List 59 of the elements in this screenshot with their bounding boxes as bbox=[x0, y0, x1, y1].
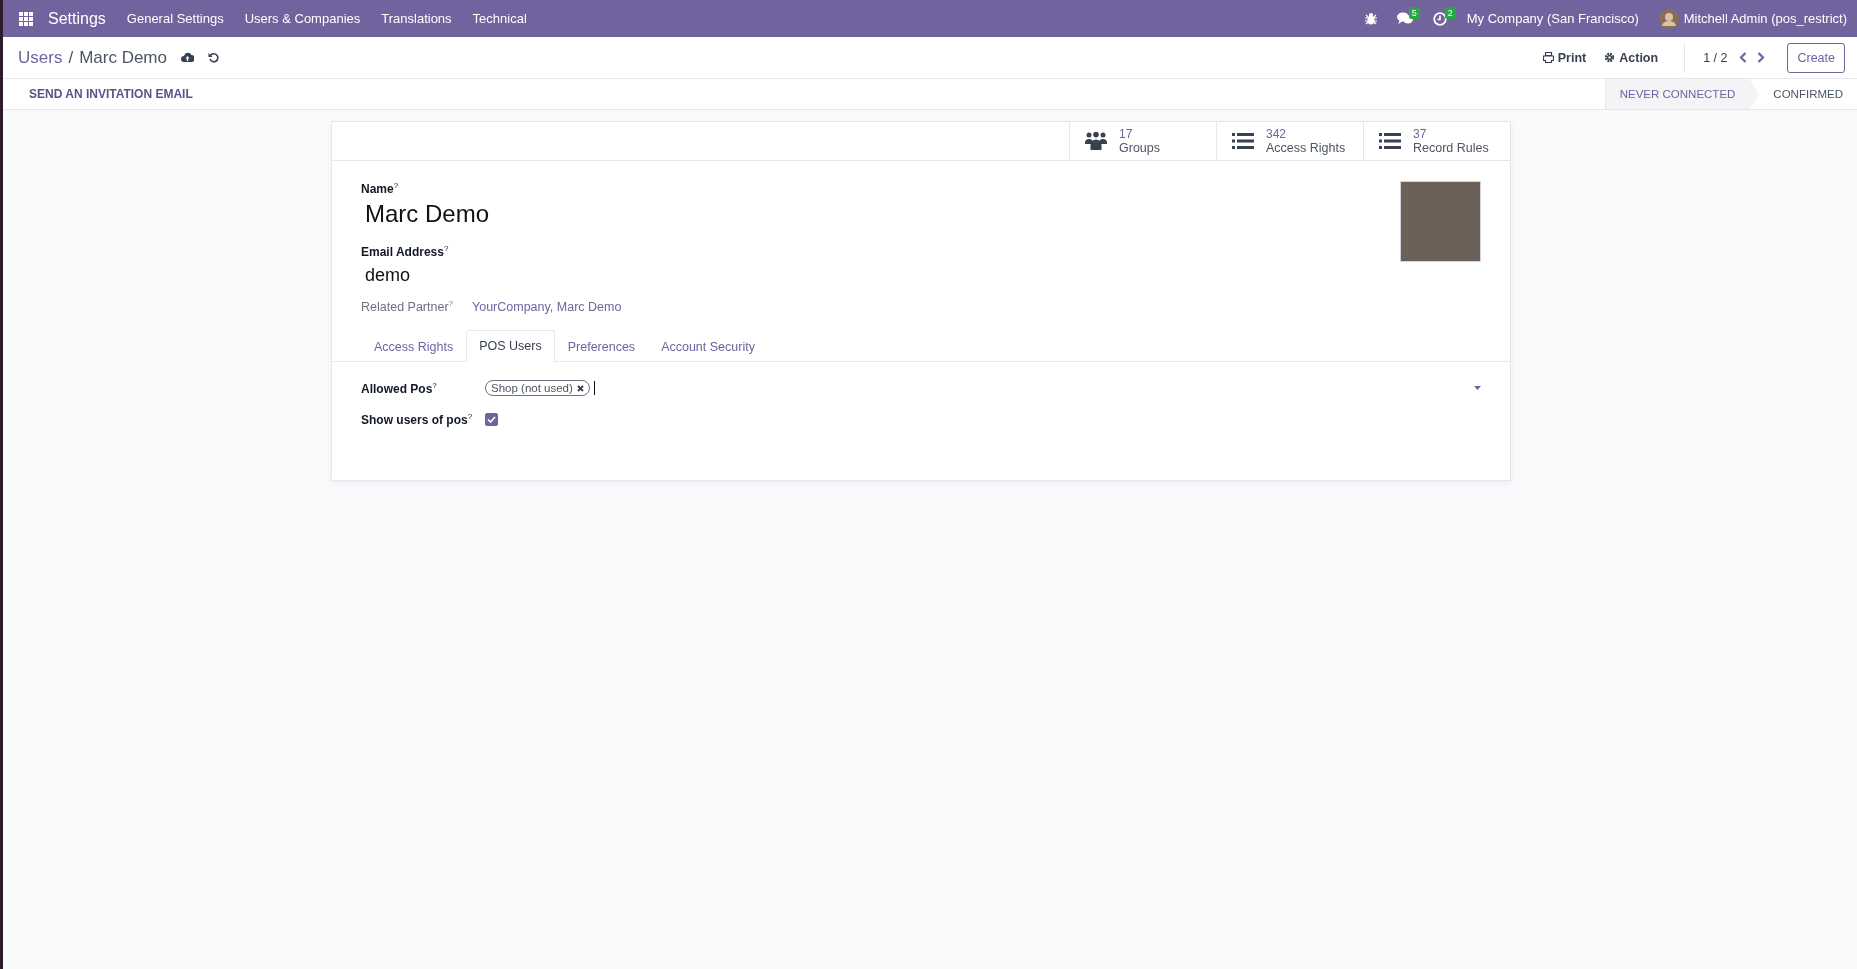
print-button[interactable]: Print bbox=[1542, 50, 1587, 65]
clock-icon[interactable] bbox=[1432, 11, 1447, 26]
chevron-right-icon[interactable] bbox=[1757, 52, 1766, 63]
notification-badge: 5 bbox=[1408, 7, 1420, 19]
breadcrumb-separator: / bbox=[68, 47, 74, 68]
smart-button-label: Record Rules bbox=[1413, 141, 1489, 155]
remove-icon[interactable] bbox=[576, 384, 584, 392]
apps-menu-icon[interactable] bbox=[19, 11, 33, 26]
text-cursor bbox=[593, 381, 595, 396]
breadcrumb-current: Marc Demo bbox=[79, 47, 167, 68]
smart-button[interactable]: 37 Record Rules bbox=[1363, 122, 1510, 160]
name-field[interactable]: Marc Demo bbox=[365, 200, 1400, 228]
invitation-email-button[interactable]: SEND AN INVITATION EMAIL bbox=[29, 87, 1605, 101]
users-icon bbox=[1085, 132, 1107, 150]
menu-item[interactable]: General Settings bbox=[126, 11, 224, 26]
pager-value: 1 / 2 bbox=[1703, 50, 1728, 65]
menu-item[interactable]: Translations bbox=[381, 11, 452, 26]
partner-link[interactable]: YourCompany, Marc Demo bbox=[472, 299, 622, 314]
smart-button-count: 17 bbox=[1119, 127, 1134, 141]
status-stage[interactable]: NEVER CONNECTED bbox=[1604, 79, 1760, 109]
tab[interactable]: POS Users bbox=[466, 330, 555, 363]
app-name[interactable]: Settings bbox=[48, 9, 106, 28]
list-icon bbox=[1379, 132, 1401, 150]
dropdown-caret-icon[interactable] bbox=[1474, 386, 1481, 391]
tab[interactable]: Preferences bbox=[554, 331, 649, 363]
chevron-left-icon[interactable] bbox=[1739, 52, 1748, 63]
breadcrumb-link[interactable]: Users bbox=[18, 47, 63, 68]
printer-icon bbox=[1542, 52, 1554, 63]
company-switcher[interactable]: My Company (San Francisco) bbox=[1466, 11, 1639, 26]
user-menu[interactable]: Mitchell Admin (pos_restrict) bbox=[1683, 11, 1847, 26]
photo-placeholder[interactable] bbox=[1400, 181, 1481, 262]
avatar-icon[interactable] bbox=[1658, 8, 1679, 29]
field-label: Email Address$^{?}$ bbox=[361, 244, 450, 259]
cloud-upload-icon[interactable] bbox=[181, 52, 194, 63]
notification-badge: 2 bbox=[1444, 6, 1456, 19]
field-label: Name$^{?}$ bbox=[361, 181, 400, 196]
email-field[interactable]: demo bbox=[365, 265, 1400, 286]
list-icon bbox=[1232, 132, 1254, 150]
tab[interactable]: Access Rights bbox=[361, 331, 467, 363]
smart-button[interactable]: 17 Groups bbox=[1069, 122, 1216, 160]
check-icon bbox=[487, 415, 496, 423]
smart-button-count: 342 bbox=[1266, 127, 1288, 141]
create-button[interactable]: Create bbox=[1787, 42, 1845, 73]
gear-icon bbox=[1604, 52, 1616, 63]
smart-button-count: 37 bbox=[1413, 127, 1428, 141]
action-button[interactable]: Action bbox=[1604, 50, 1659, 65]
field-label: Allowed Pos$^{?}$ bbox=[361, 380, 438, 396]
smart-button[interactable]: 342 Access Rights bbox=[1216, 122, 1363, 160]
smart-button-label: Groups bbox=[1119, 141, 1160, 155]
field-label: Related Partner$^{?}$ bbox=[361, 299, 454, 315]
menu-item[interactable]: Technical bbox=[472, 11, 527, 26]
field-label: Show users of pos$^{?}$ bbox=[361, 411, 474, 427]
menu-item[interactable]: Users & Companies bbox=[244, 11, 361, 26]
checkbox[interactable] bbox=[485, 412, 498, 426]
smart-button-label: Access Rights bbox=[1266, 141, 1346, 155]
tab[interactable]: Account Security bbox=[648, 331, 768, 363]
status-stage[interactable]: CONFIRMED bbox=[1759, 79, 1857, 109]
bug-icon[interactable] bbox=[1364, 12, 1377, 25]
undo-icon[interactable] bbox=[208, 52, 219, 63]
